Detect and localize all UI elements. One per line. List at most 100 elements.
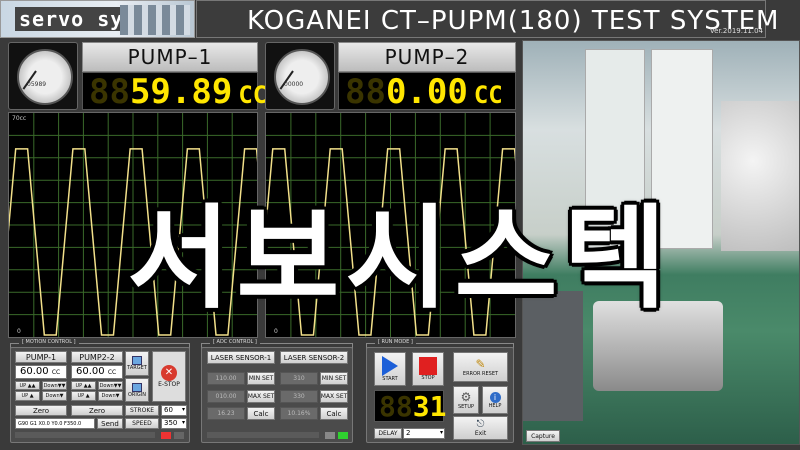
pump1-target-value: 60.00 [20,366,49,377]
wrench-icon: ✎ [475,357,486,371]
sensor1-max-set-button[interactable]: MAX SET [247,390,275,403]
sensor1-calc-button[interactable]: Calc [247,407,275,420]
pump1-waveform-plot [9,113,257,337]
motion-status-strip [15,432,155,438]
pump1-scope-min-label: 0 [17,328,21,335]
target-icon [132,356,142,365]
rack-panel-left [585,49,645,249]
gcode-command-input[interactable]: G90 G1 X0.0 Y0.0 F350.0 [15,418,95,429]
exit-icon: ⎋ [476,419,485,430]
send-button[interactable]: Send [97,418,123,429]
sensor2-min-set-button[interactable]: MIN SET [320,372,348,385]
laser-sensor2-button[interactable]: LASER SENSOR-2 [280,351,348,364]
estop-label: E-STOP [158,381,180,388]
estop-icon: ✕ [161,365,177,381]
setup-button[interactable]: ⚙ SETUP [453,386,479,414]
pump1-select-button[interactable]: PUMP-1 [15,351,67,363]
pump1-up-button[interactable]: UP ▲ [15,391,40,401]
adc-control-panel: LASER SENSOR-1 LASER SENSOR-2 110.00 MIN… [201,347,353,443]
sensor2-calc-button[interactable]: Calc [320,407,348,420]
rack-panel-right [651,49,713,249]
origin-button[interactable]: ORIGIN [125,378,149,402]
pump1-ghost-digits: 88 [89,72,130,112]
sensor2-calc-value: 10.16% [280,407,318,420]
pump2-up-fast-button[interactable]: UP ▲▲ [71,381,96,390]
setup-label: SETUP [457,404,475,410]
sensor1-max-value: 010.00 [207,390,245,403]
stroke-select[interactable]: 60 ▾ [161,405,187,416]
sensor2-min-value: 310 [280,372,318,385]
pump2-down-button[interactable]: Down▼ [98,391,123,401]
pump1-down-button[interactable]: Down▼ [42,391,67,401]
stroke-value: 60 [164,406,173,414]
gauge-face [274,49,330,105]
speed-label: SPEED [125,418,159,429]
pump2-display: 880.00 CC [338,72,516,112]
pump2-title: PUMP–2 [338,42,516,72]
pump2-unit: CC [473,81,503,109]
pump1-up-fast-button[interactable]: UP ▲▲ [15,381,40,390]
pump2-gauge: 00000 [265,42,335,110]
adc-status-strip [207,432,319,438]
delay-label: DELAY [374,428,402,439]
speed-select[interactable]: 350 ▾ [161,418,187,429]
run-group-label: [ RUN MODE ] [375,339,416,345]
info-icon: i [489,391,501,403]
count-ghost-digits: 88 [379,390,413,423]
exit-button[interactable]: ⎋ Exit [453,416,508,440]
start-label: START [382,376,398,382]
pump1-zero-button[interactable]: Zero [15,405,67,416]
pump2-up-button[interactable]: UP ▲ [71,391,96,401]
estop-button[interactable]: ✕ E-STOP [152,351,186,402]
stop-label: STOP [421,375,435,381]
pump2-waveform-plot [266,113,515,337]
run-mode-panel: START STOP ✎ ERROR RESET 8831 ⚙ SETUP i HEL… [366,347,514,443]
pump2-target-field[interactable]: 60.00 CC [71,365,123,379]
sensor1-calc-value: 16.23 [207,407,245,420]
motion-group-label: [ MOTION CONTROL ] [19,339,79,345]
pump1-scope: 70cc 0 [8,112,258,338]
error-reset-label: ERROR RESET [462,371,499,377]
pump1-gauge: 05989 [8,42,78,110]
sensor2-max-value: 330 [280,390,318,403]
stop-button[interactable]: STOP [412,352,444,386]
pump1-target-unit: CC [51,369,61,376]
laser-sensor1-button[interactable]: LASER SENSOR-1 [207,351,275,364]
pump2-zero-button[interactable]: Zero [71,405,123,416]
exit-label: Exit [474,430,487,437]
brand-logo: servo systec [0,0,195,38]
sensor1-min-value: 110.00 [207,372,245,385]
help-label: HELP [488,402,502,409]
cycle-count-value: 31 [412,390,447,423]
delay-select[interactable]: 2 ▾ [403,428,445,439]
pump2-ghost-digits: 88 [345,72,386,112]
sensor1-min-set-button[interactable]: MIN SET [247,372,275,385]
pump2-target-value: 60.00 [76,366,105,377]
pump1-scope-max-label: 70cc [12,115,27,122]
machine-cover [721,101,799,251]
pump2-down-fast-button[interactable]: Down▼▼ [98,381,123,390]
version-label: Ver.2019.11.04 [709,27,763,35]
gauge-face [17,49,73,105]
chevron-down-icon: ▾ [181,406,185,413]
target-button[interactable]: TARGET [125,351,149,376]
machine-base [523,291,583,421]
pump2-select-button[interactable]: PUMP2-2 [71,351,123,363]
start-button[interactable]: START [374,352,406,386]
pump1-title: PUMP–1 [82,42,258,72]
pump2-target-unit: CC [107,369,117,376]
pump2-scope-min-label: 0 [274,328,278,335]
capture-button[interactable]: Capture [526,430,560,442]
delay-value: 2 [406,429,411,437]
adc-status-led-green [338,432,348,439]
error-reset-button[interactable]: ✎ ERROR RESET [453,352,508,382]
camera-view: Capture [522,40,800,445]
pump1-display: 8859.89 CC [82,72,267,112]
stop-icon [419,357,437,375]
pump1-target-field[interactable]: 60.00 CC [15,365,67,379]
pump2-value: 0.00 [385,72,468,112]
sensor2-max-set-button[interactable]: MAX SET [320,390,348,403]
help-button[interactable]: i HELP [482,386,508,414]
gear-icon: ⚙ [460,390,472,404]
pump1-down-fast-button[interactable]: Down▼▼ [42,381,67,390]
